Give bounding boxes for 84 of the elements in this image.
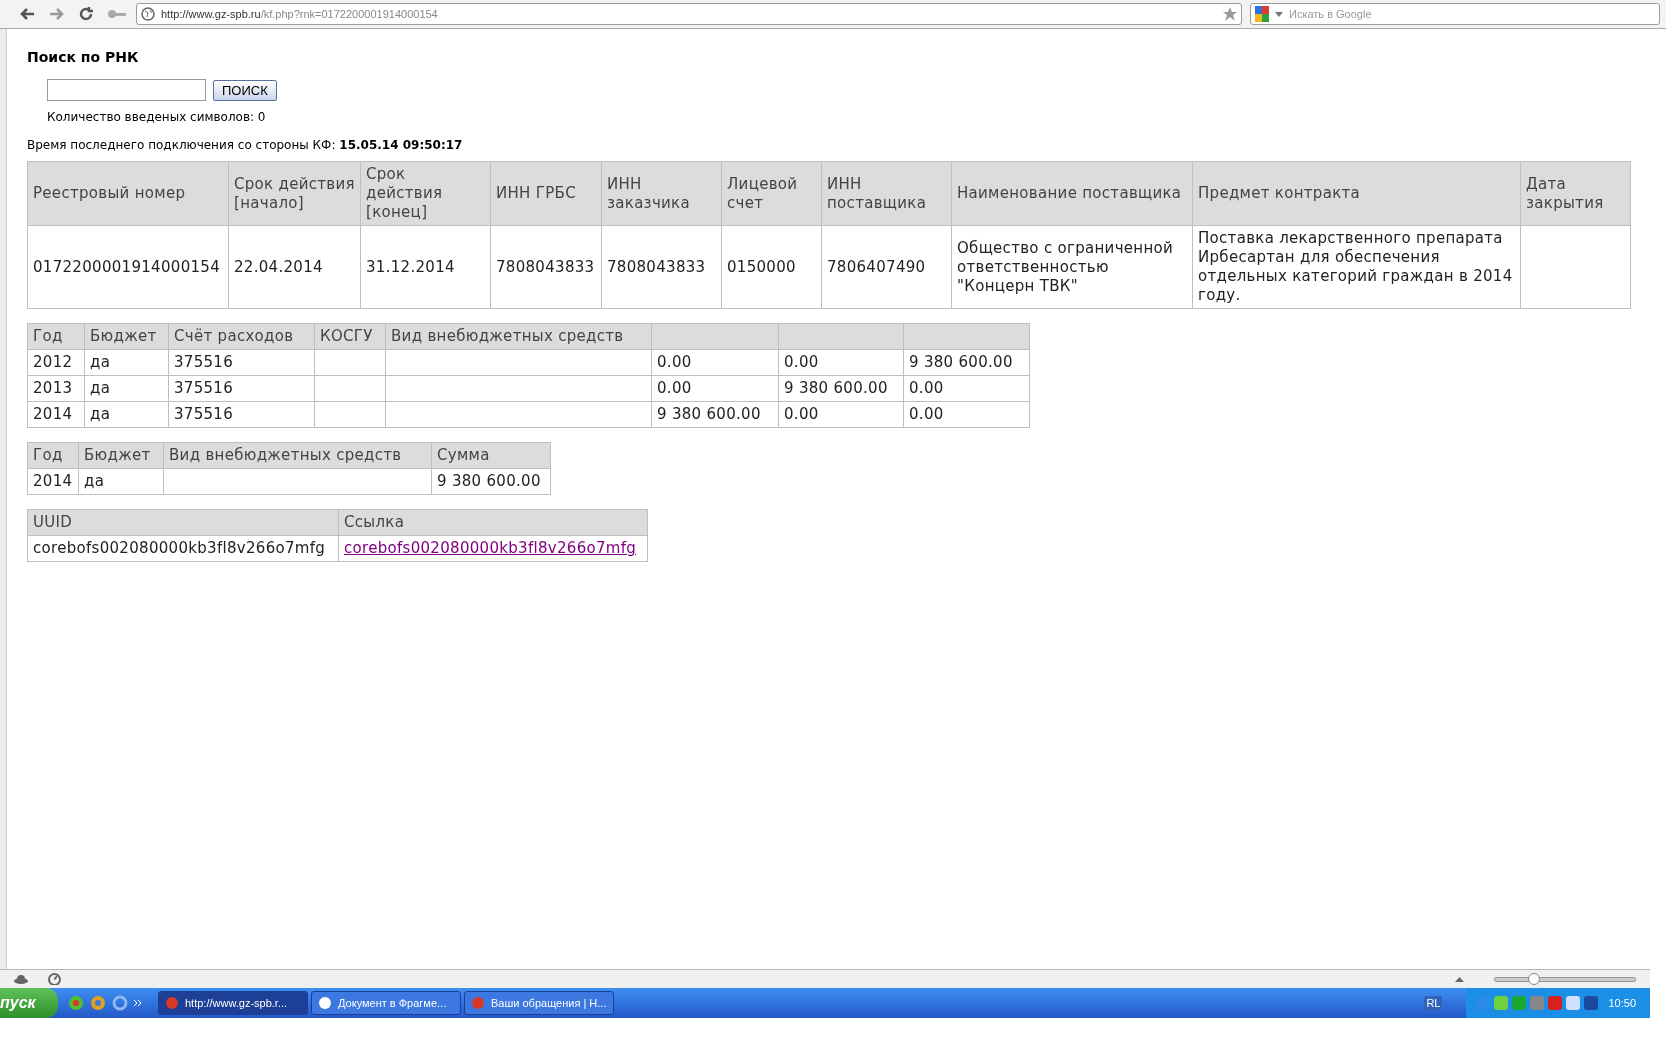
table-cell: 2014 <box>27 401 85 428</box>
table-cell: 0.00 <box>651 375 779 402</box>
table-cell: 375516 <box>168 401 315 428</box>
table-cell: 9 380 600.00 <box>651 401 779 428</box>
taskbar-button[interactable]: Документ в Фрагме... <box>311 991 461 1015</box>
app-icon <box>165 996 179 1010</box>
tray-icon[interactable] <box>1548 996 1563 1010</box>
app-icon <box>471 996 485 1010</box>
column-header: Лицевой счет <box>721 161 822 226</box>
column-header: Вид внебюджетных средств <box>385 323 652 350</box>
chevrons-icon[interactable] <box>134 1000 142 1006</box>
taskbar-button[interactable]: http://www.gz-spb.r... <box>158 991 308 1015</box>
star-icon[interactable] <box>1223 7 1237 21</box>
start-button[interactable]: пуск <box>0 988 58 1018</box>
table-cell: 0.00 <box>778 401 904 428</box>
url-text: http://www.gz-spb.ru/kf.php?rnk=0172200001914000154 <box>161 8 439 20</box>
table-cell: 7806407490 <box>821 225 952 309</box>
caret-icon[interactable] <box>1275 11 1283 17</box>
search-field[interactable]: Искать в Google <box>1250 3 1660 25</box>
table-cell: да <box>84 375 169 402</box>
circle-icon[interactable] <box>90 995 106 1011</box>
column-header: ИНН ГРБС <box>490 161 602 226</box>
cloud-icon[interactable] <box>14 974 28 984</box>
search-input[interactable] <box>47 79 206 101</box>
tray-icon[interactable] <box>1566 996 1581 1010</box>
column-header: Срок действия [начало] <box>228 161 361 226</box>
column-header: Вид внебюджетных средств <box>163 442 432 469</box>
column-header: Наименование поставщика <box>951 161 1193 226</box>
table-cell: 375516 <box>168 349 315 376</box>
table-cell: 0.00 <box>903 375 1030 402</box>
slider-thumb[interactable] <box>1527 972 1540 985</box>
table-cell: 0172200001914000154 <box>27 225 229 309</box>
counter-text: Количество введеных символов: 0 <box>47 110 267 124</box>
column-header: КОСГУ <box>314 323 386 350</box>
column-header: Реестровый номер <box>27 161 229 226</box>
table-cell: corebofs002080000kb3fl8v266o7mfg <box>27 535 339 562</box>
connection-text: Время последнего подключения со стороны КФ: 15.05.14 09:50:17 <box>27 138 464 152</box>
table-cell: 2014 <box>27 468 79 495</box>
language-indicator[interactable]: RL <box>1424 996 1443 1010</box>
column-header: Ссылка <box>338 509 648 536</box>
table-cell: 9 380 600.00 <box>778 375 904 402</box>
table-cell: 7808043833 <box>601 225 722 309</box>
column-header: Срок действия [конец] <box>360 161 491 226</box>
table-cell: да <box>78 468 164 495</box>
up-arrow-icon[interactable] <box>1455 976 1464 982</box>
column-header: Бюджет <box>84 323 169 350</box>
tray-icon[interactable] <box>1584 996 1599 1010</box>
table-cell: 0.00 <box>778 349 904 376</box>
column-header: Дата закрытия <box>1520 161 1631 226</box>
address-bar[interactable]: http://www.gz-spb.ru/kf.php?rnk=0172200001914000154 <box>136 3 1242 25</box>
table-cell: 9 380 600.00 <box>903 349 1030 376</box>
column-header: UUID <box>27 509 339 536</box>
column-header: ИНН поставщика <box>821 161 952 226</box>
app-icon <box>318 996 332 1010</box>
table-cell: 22.04.2014 <box>228 225 361 309</box>
column-header: Предмет контракта <box>1192 161 1521 226</box>
search-button[interactable]: ПОИСК <box>213 79 277 101</box>
table-cell: 0150000 <box>721 225 822 309</box>
table-cell: 31.12.2014 <box>360 225 491 309</box>
section-title: Поиск по РНК <box>27 49 140 65</box>
column-header: Год <box>27 442 79 469</box>
taskbar-button[interactable]: Ваши обращения | Н... <box>464 991 614 1015</box>
table-cell: 7808043833 <box>490 225 602 309</box>
table-cell: 0.00 <box>903 401 1030 428</box>
gauge-icon[interactable] <box>48 973 61 985</box>
clock: 10:50 <box>1608 997 1636 1009</box>
table-cell: 9 380 600.00 <box>431 468 551 495</box>
table-cell: 375516 <box>168 375 315 402</box>
globe-icon <box>141 7 155 21</box>
column-header: Счёт расходов <box>168 323 315 350</box>
logo-icon <box>1255 6 1269 22</box>
table-cell: Поставка лекарственного препарата Ирбесартан для обеспечения отдельных категорий граждан в 2014 году. <box>1192 225 1521 309</box>
table-cell: да <box>84 401 169 428</box>
zoom-slider[interactable] <box>1494 976 1636 982</box>
column-header: Год <box>27 323 85 350</box>
column-header: Бюджет <box>78 442 164 469</box>
column-header: Сумма <box>431 442 551 469</box>
tray-icon[interactable] <box>1494 996 1509 1010</box>
table-cell: Общество с ограниченной ответственностью "Концерн ТВК" <box>951 225 1193 309</box>
table-cell: да <box>84 349 169 376</box>
table-cell: 2013 <box>27 375 85 402</box>
table-cell: 0.00 <box>651 349 779 376</box>
column-header: ИНН заказчика <box>601 161 722 226</box>
table-cell: 2012 <box>27 349 85 376</box>
